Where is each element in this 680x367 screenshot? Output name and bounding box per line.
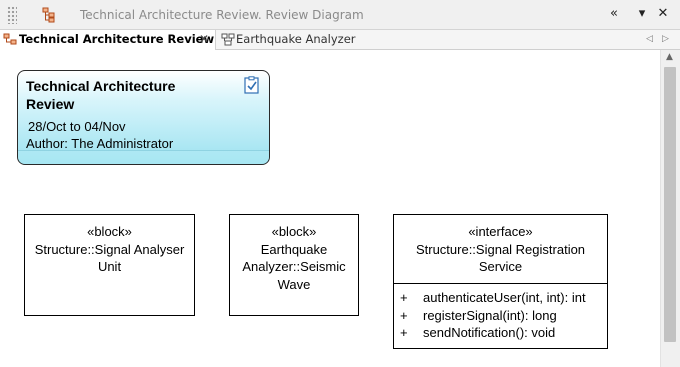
- operation-visibility: +: [400, 290, 408, 305]
- interface-signal-registration-service[interactable]: «interface» Structure::Signal Registrati…: [393, 214, 608, 349]
- dropdown-arrow-icon[interactable]: ▾: [634, 5, 650, 23]
- tab-technical-architecture-review[interactable]: Technical Architecture Review ✕: [0, 30, 216, 50]
- element-name: Structure::Signal Analyser Unit: [34, 241, 185, 275]
- scrollbar-thumb[interactable]: [664, 67, 676, 342]
- drag-handle-icon[interactable]: [7, 6, 17, 24]
- operation-signature: authenticateUser(int, int): int: [423, 290, 586, 305]
- operation-signature: sendNotification(): void: [423, 325, 556, 340]
- tab-label: Earthquake Analyzer: [236, 32, 356, 46]
- tab-earthquake-analyzer[interactable]: Earthquake Analyzer: [218, 30, 358, 50]
- tab-scroll-right-icon[interactable]: ▷: [662, 30, 669, 48]
- tab-scroll-left-icon[interactable]: ◁: [646, 30, 653, 48]
- operations-compartment: + authenticateUser(int, int): int + regi…: [394, 283, 607, 342]
- element-name: Earthquake Analyzer::Seismic Wave: [242, 241, 346, 292]
- overflow-chevron-icon[interactable]: «: [606, 5, 622, 23]
- note-footer-band: [18, 150, 269, 164]
- element-stereotype: «block»: [87, 224, 132, 239]
- window-title: Technical Architecture Review. Review Di…: [80, 8, 364, 22]
- block-seismic-wave[interactable]: «block» Earthquake Analyzer::Seismic Wav…: [229, 214, 359, 316]
- element-name: Structure::Signal Registration Service: [415, 241, 586, 275]
- window-title-bar: Technical Architecture Review. Review Di…: [0, 0, 680, 30]
- operation-signature: registerSignal(int): long: [423, 307, 557, 323]
- note-title: Technical Architecture Review: [26, 78, 176, 112]
- note-dates: 28/Oct to 04/Nov: [28, 119, 126, 134]
- element-stereotype: «block»: [271, 224, 317, 239]
- review-note-element[interactable]: Technical Architecture Review 28/Oct to …: [17, 70, 270, 165]
- element-stereotype: «interface»: [468, 224, 533, 239]
- operation-visibility: +: [400, 325, 408, 340]
- operation-row[interactable]: + sendNotification(): void: [394, 324, 607, 342]
- diagram-icon: [42, 7, 56, 27]
- scroll-up-icon[interactable]: ▲: [666, 52, 673, 62]
- tab-strip: Technical Architecture Review ✕ Earthqua…: [0, 30, 680, 50]
- tab-label: Technical Architecture Review: [19, 32, 215, 46]
- vertical-scrollbar[interactable]: ▲: [660, 50, 680, 367]
- tab-close-icon[interactable]: ✕: [199, 30, 209, 49]
- review-checklist-icon: [243, 76, 261, 99]
- close-icon[interactable]: ✕: [655, 5, 671, 23]
- operation-row[interactable]: + authenticateUser(int, int): int: [394, 289, 607, 307]
- operation-visibility: +: [400, 307, 408, 323]
- operation-row[interactable]: + registerSignal(int): long: [394, 307, 607, 325]
- block-signal-analyser-unit[interactable]: «block» Structure::Signal Analyser Unit: [24, 214, 195, 316]
